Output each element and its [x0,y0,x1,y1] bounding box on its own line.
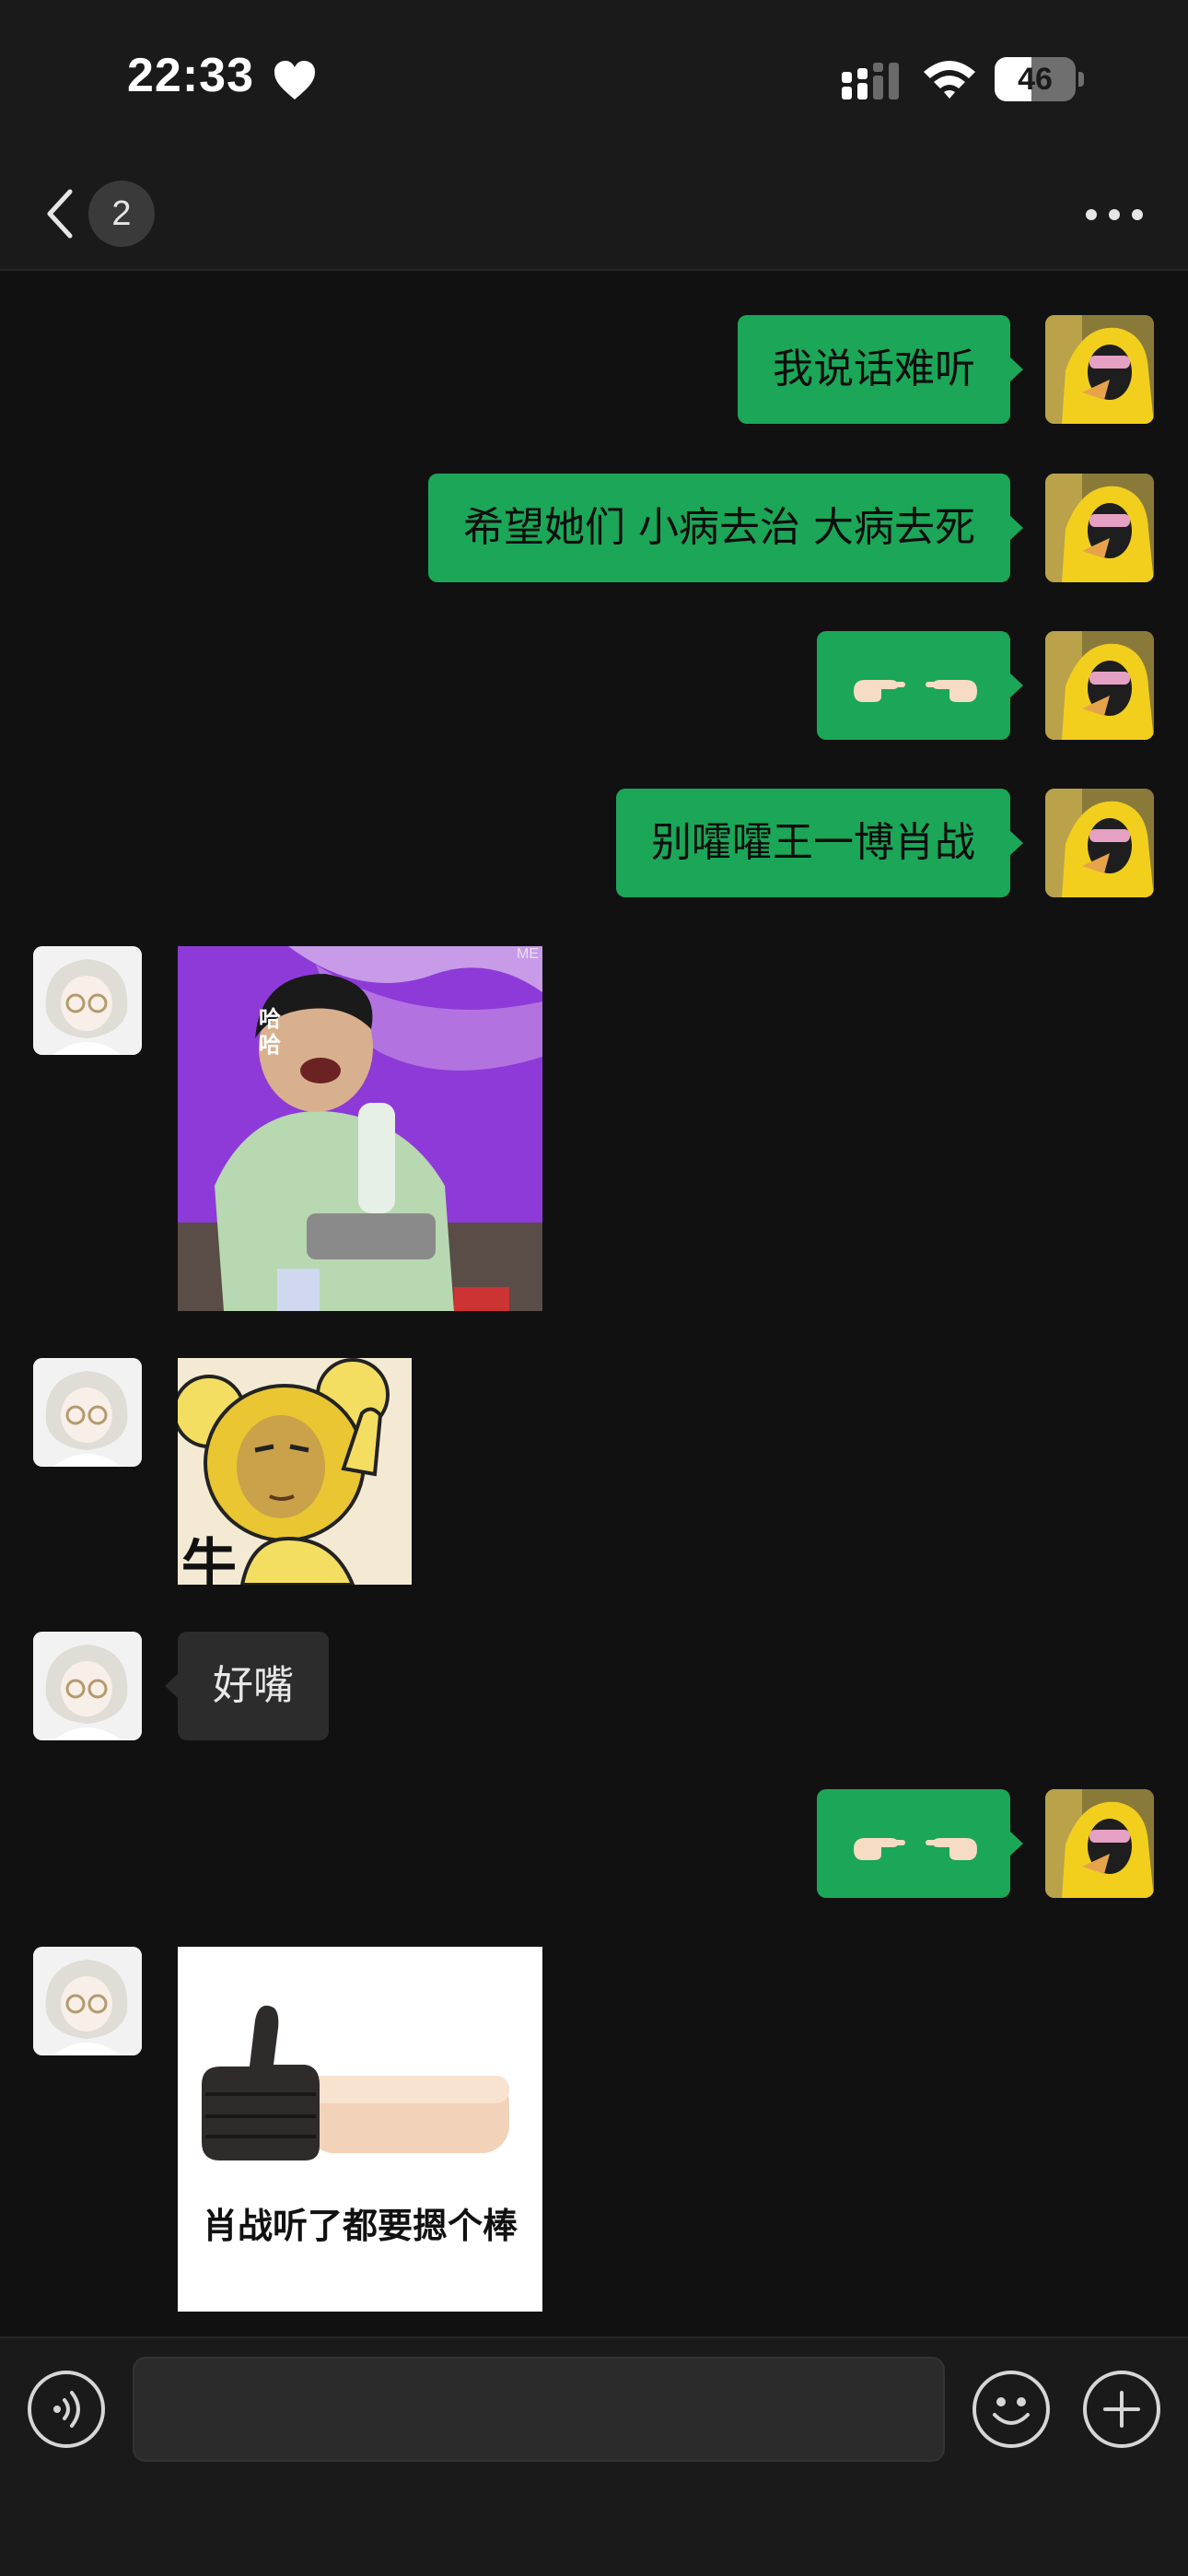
smiley-icon [993,2397,1030,2425]
avatar-image [1045,631,1154,740]
plus-icon [1103,2391,1140,2428]
avatar-image [1045,789,1154,897]
contact-avatar[interactable] [33,946,142,1055]
contact-avatar[interactable] [33,1947,142,2055]
sticker-caption: 肖战听了都要摁个棒 [202,2206,518,2246]
heart-icon [274,61,315,100]
sticker-caption: 牛 [181,1533,237,1585]
pointing-left-hand-icon [926,680,977,702]
my-avatar[interactable] [1045,474,1154,582]
emoji-button[interactable] [973,2371,1050,2448]
thumbs-up-icon [178,1947,542,2312]
outgoing-emoji-bubble[interactable] [817,1789,1023,1898]
sticker-artwork [178,946,542,1311]
wifi-icon [924,61,975,99]
status-bar: 22:33 46 [0,0,1188,158]
avatar-image [33,946,142,1055]
contact-avatar[interactable] [33,1358,142,1467]
message-list[interactable]: 我说话难听 希望她们 小病去治 大病去死 别嚯嚯王一博肖战 哈哈 ME 牛 好嘴… [0,271,1188,2335]
chat-screen: 22:33 46 2 我说话难听 希望她们 小病去治 大病去死 别嚯嚯王一博肖战… [0,0,1188,2576]
more-options-button[interactable] [1077,186,1151,241]
chat-header: 2 [0,158,1188,271]
my-avatar[interactable] [1045,1789,1154,1898]
chevron-left-icon [47,189,73,239]
sticker-caption: 哈哈 [259,1006,281,1058]
status-time: 22:33 [127,49,254,102]
avatar-image [1045,474,1154,582]
outgoing-message-bubble[interactable]: 我说话难听 [738,315,1023,424]
more-dots-icon [1086,209,1143,220]
sticker-image-thumbs-up[interactable]: 肖战听了都要摁个棒 [178,1947,542,2312]
pointing-left-hand-icon [926,1838,977,1860]
avatar-image [1045,1789,1154,1898]
cellular-signal-icon [842,63,899,100]
more-actions-button[interactable] [1083,2371,1160,2448]
voice-input-button[interactable] [28,2371,105,2448]
contact-avatar[interactable] [33,1632,142,1740]
voice-icon [53,2391,80,2428]
my-avatar[interactable] [1045,789,1154,897]
my-avatar[interactable] [1045,315,1154,424]
avatar-image [33,1632,142,1740]
avatar-image [1045,315,1154,424]
sticker-image-cartoon[interactable]: 牛 [178,1358,412,1585]
sticker-watermark: ME [517,946,539,962]
incoming-message-bubble[interactable]: 好嘴 [165,1632,329,1740]
outgoing-message-bubble[interactable]: 别嚯嚯王一博肖战 [616,789,1023,897]
outgoing-emoji-bubble[interactable] [817,631,1023,740]
avatar-image [33,1358,142,1467]
message-input-bar [0,2336,1188,2576]
pointing-right-hand-icon [854,680,905,702]
sticker-image-laughing[interactable]: 哈哈 ME [178,946,542,1311]
message-text-input[interactable] [133,2357,945,2462]
pointing-right-hand-icon [854,1838,905,1860]
unread-count-badge: 2 [88,181,155,247]
back-button[interactable]: 2 [33,177,162,251]
my-avatar[interactable] [1045,631,1154,740]
avatar-image [33,1947,142,2055]
outgoing-message-bubble[interactable]: 希望她们 小病去治 大病去死 [428,474,1023,582]
battery-indicator: 46 [995,57,1085,101]
battery-level: 46 [1018,62,1053,97]
